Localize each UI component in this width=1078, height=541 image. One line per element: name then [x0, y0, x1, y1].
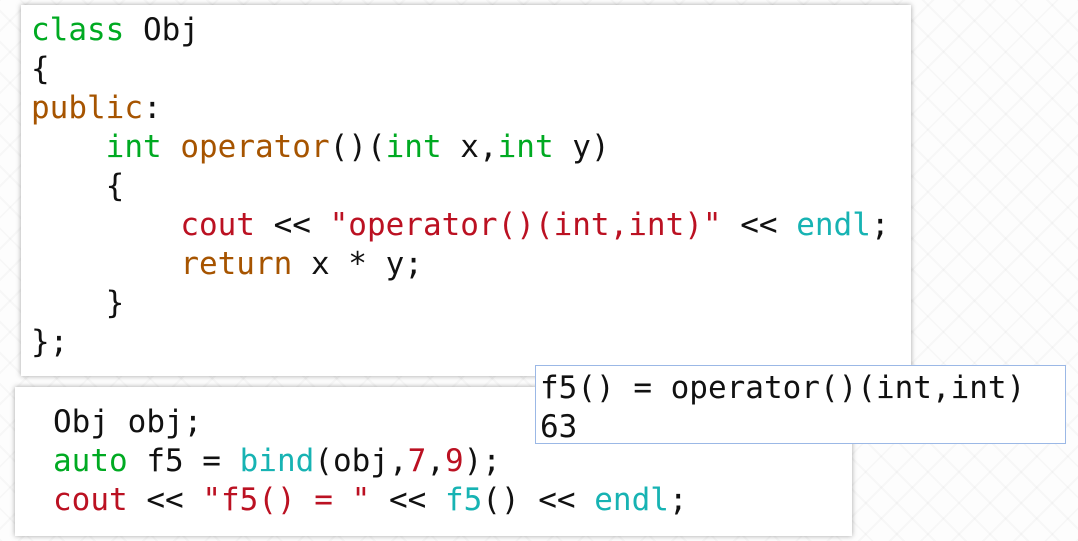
body-open-brace: { [31, 168, 125, 204]
code-line-body-close: } [31, 284, 125, 323]
output-line-2: 63 [540, 409, 578, 445]
comma: , [426, 443, 445, 479]
code-line-class-close: }; [31, 323, 68, 362]
bind-args-start: (obj, [314, 443, 408, 479]
keyword-auto: auto [53, 443, 128, 479]
string-literal: "f5() = " [202, 482, 371, 518]
endl-identifier: endl [594, 482, 669, 518]
param-1: x, [441, 129, 498, 165]
code-line-operator-signature: int operator()(int x,int y) [31, 128, 610, 167]
param-2: y) [553, 129, 610, 165]
string-literal: "operator()(int,int)" [329, 207, 722, 243]
param-type-1: int [385, 129, 442, 165]
cout-identifier: cout [180, 207, 255, 243]
code-line-class: class Obj [31, 11, 199, 50]
stream-operator: << [721, 207, 797, 243]
obj-declaration: Obj obj; [53, 404, 203, 440]
stream-operator: << [127, 482, 203, 518]
number-literal-7: 7 [407, 443, 427, 479]
code-line-body-open: { [31, 167, 125, 206]
f5-assign: f5 = [127, 443, 240, 479]
console-output-panel: f5() = operator()(int,int) 63 [535, 365, 1066, 445]
semicolon: ; [870, 207, 890, 243]
return-expression: x * y; [292, 246, 423, 282]
semicolon: ; [668, 482, 688, 518]
code-line-public: public: [31, 89, 162, 128]
operator-keyword: operator [180, 129, 330, 165]
bind-identifier: bind [239, 443, 315, 479]
class-code-panel: class Obj { public: int operator()(int x… [21, 5, 911, 376]
keyword-public: public [31, 90, 143, 126]
code-line-obj-decl: Obj obj; [53, 403, 202, 442]
return-type: int [105, 129, 162, 165]
bind-args-end: ); [463, 443, 501, 479]
code-line-open-brace: { [31, 50, 50, 89]
class-name: Obj [124, 12, 199, 48]
colon: : [142, 90, 162, 126]
code-line-cout-f5: cout << "f5() = " << f5() << endl; [53, 481, 688, 520]
endl-identifier: endl [796, 207, 871, 243]
stream-operator: << [519, 482, 595, 518]
stream-operator: << [254, 207, 330, 243]
code-line-cout: cout << "operator()(int,int)" << endl; [31, 206, 890, 245]
number-literal-9: 9 [444, 443, 464, 479]
code-line-return: return x * y; [31, 245, 423, 284]
class-close-brace: }; [31, 324, 69, 360]
cout-identifier: cout [53, 482, 128, 518]
keyword-class: class [31, 12, 125, 48]
code-line-bind: auto f5 = bind(obj,7,9); [53, 442, 501, 481]
param-type-2: int [497, 129, 554, 165]
body-close-brace: } [31, 285, 125, 321]
open-brace: { [31, 51, 50, 87]
keyword-return: return [180, 246, 293, 282]
call-parens: () [482, 482, 520, 518]
output-line-1: f5() = operator()(int,int) [540, 370, 1026, 406]
stream-operator: << [370, 482, 445, 518]
operator-parens: ()( [329, 129, 386, 165]
f5-identifier: f5 [444, 482, 483, 518]
